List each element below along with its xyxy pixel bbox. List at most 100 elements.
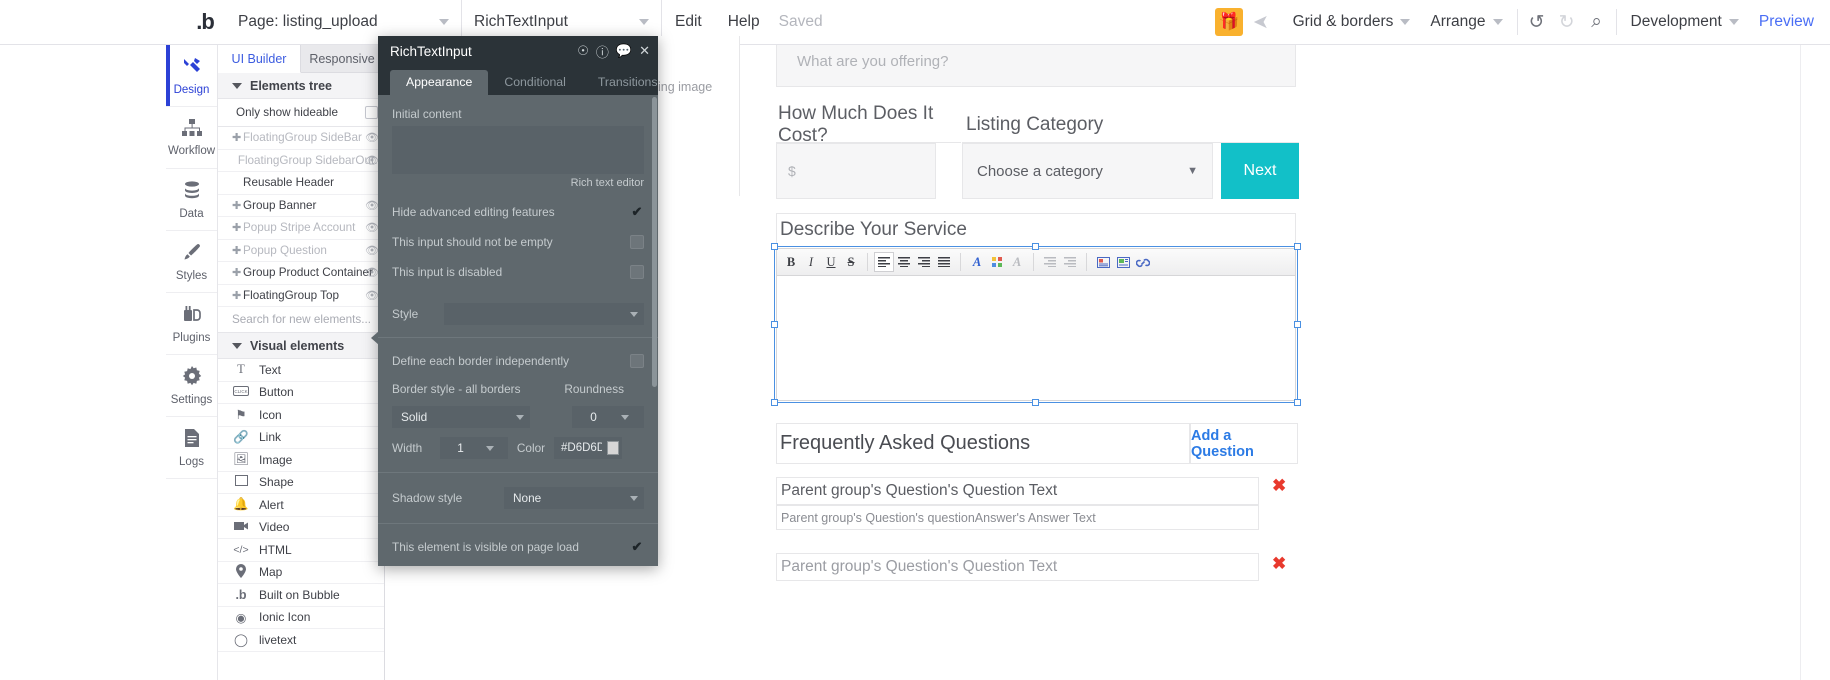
hide-advanced-row[interactable]: Hide advanced editing features ✔ [378,197,658,227]
tree-item[interactable]: ✚ FloatingGroup SideBar 👁 [218,127,384,150]
faq-question-2[interactable]: Parent group's Question's Question Text [776,553,1259,581]
arrange-menu[interactable]: Arrange [1420,13,1512,31]
tab-appearance[interactable]: Appearance [390,70,488,95]
italic-icon[interactable]: I [801,252,821,272]
edit-menu[interactable]: Edit [662,13,715,31]
tree-item[interactable]: ✚ FloatingGroup Top 👁 [218,285,384,308]
expand-icon[interactable]: ✚ [232,289,240,302]
element-item-html[interactable]: </> HTML [218,539,384,562]
tab-ui-builder[interactable]: UI Builder [218,45,301,73]
style-select[interactable] [444,303,644,325]
bold-icon[interactable]: B [781,252,801,272]
info-icon[interactable]: ⓘ [596,42,609,61]
element-item-alert[interactable]: 🔔 Alert [218,494,384,517]
element-item-button[interactable]: CLICK Button [218,382,384,405]
tree-item[interactable]: ✚ Popup Stripe Account 👁 [218,217,384,240]
help-menu[interactable]: Help [715,13,773,31]
disabled-row[interactable]: This input is disabled [378,257,658,287]
element-item-link[interactable]: 🔗 Link [218,427,384,450]
define-each-border-checkbox[interactable] [630,354,644,368]
only-show-hideable-row[interactable]: Only show hideable [218,99,384,127]
tab-transitions[interactable]: Transitions [582,70,674,95]
visible-on-page-load-row[interactable]: This element is visible on page load ✔ [378,532,658,562]
element-item-shape[interactable]: Shape [218,472,384,495]
sidebar-item-logs[interactable]: Logs [166,417,217,479]
element-item-map[interactable]: Map [218,562,384,585]
tree-item[interactable]: Reusable Header [218,172,384,195]
close-icon[interactable]: ✕ [639,43,650,59]
element-item-image[interactable]: 🖼 Image [218,449,384,472]
not-empty-checkbox[interactable] [630,235,644,249]
clear-format-icon[interactable]: A [1007,252,1027,272]
align-left-icon[interactable] [874,252,894,272]
element-item-text[interactable]: T Text [218,359,384,382]
sidebar-item-workflow[interactable]: Workflow [166,107,217,169]
expand-icon[interactable]: ✚ [232,266,240,279]
eye-slash-icon[interactable]: 👁 [365,154,379,167]
roundness-select[interactable]: 0 [572,406,644,428]
delete-question-1-icon[interactable]: ✖ [1272,476,1286,496]
width-select[interactable]: 1 [440,437,508,459]
faq-answer-1[interactable]: Parent group's Question's questionAnswer… [776,505,1259,530]
eye-icon[interactable]: 👁 [365,266,379,279]
element-item-icon[interactable]: ⚑ Icon [218,404,384,427]
redo-icon[interactable]: ↻ [1552,7,1582,37]
not-empty-row[interactable]: This input should not be empty [378,227,658,257]
insert-link-icon[interactable] [1133,252,1153,272]
align-center-icon[interactable] [894,252,914,272]
category-dropdown[interactable]: Choose a category ▼ [962,143,1213,199]
expand-icon[interactable]: ✚ [232,221,240,234]
comment-icon[interactable]: 💬 [616,43,632,59]
delete-question-2-icon[interactable]: ✖ [1272,554,1286,574]
rte-text-area[interactable] [776,276,1296,401]
gift-icon[interactable]: 🎁 [1215,8,1243,36]
tree-item[interactable]: ✚ Group Banner 👁 [218,195,384,218]
element-item-livetext[interactable]: ◯ livetext [218,629,384,652]
eye-icon[interactable]: 👁 [365,289,379,302]
tree-item[interactable]: ✚ Popup Question 👁 [218,240,384,263]
elements-tree-header[interactable]: Elements tree [218,73,384,99]
outdent-icon[interactable] [1040,252,1060,272]
add-question-button[interactable]: Add a Question [1190,423,1298,464]
tree-item[interactable]: FloatingGroup SidebarOut... 👁 [218,150,384,173]
sidebar-item-design[interactable]: Design [166,45,217,107]
align-right-icon[interactable] [914,252,934,272]
indent-icon[interactable] [1060,252,1080,272]
next-button[interactable]: Next [1221,143,1299,199]
strikethrough-icon[interactable]: S [841,252,861,272]
border-color-picker[interactable]: #D6D6D6 [554,437,622,459]
sidebar-item-data[interactable]: Data [166,169,217,231]
shadow-style-select[interactable]: None [504,487,644,509]
eye-slash-icon[interactable]: 👁 [365,131,379,144]
expand-icon[interactable]: ✚ [232,131,240,144]
initial-content-field[interactable] [392,126,644,174]
tab-conditional[interactable]: Conditional [488,70,582,95]
eye-icon[interactable]: 👁 [365,199,379,212]
define-each-border-row[interactable]: Define each border independently [378,346,658,376]
font-color-icon[interactable]: A [967,252,987,272]
search-input[interactable]: Search for new elements... [218,307,384,333]
element-item-ionic-icon[interactable]: ◉ Ionic Icon [218,607,384,630]
eye-slash-icon[interactable]: 👁 [365,244,379,257]
help-icon[interactable]: ☉ [577,43,589,59]
sidebar-item-settings[interactable]: Settings [166,355,217,417]
rich-text-input[interactable]: B I U S A [776,248,1296,401]
align-justify-icon[interactable] [934,252,954,272]
tree-item[interactable]: ✚ Group Product Container 👁 [218,262,384,285]
border-style-select[interactable]: Solid [392,406,530,428]
insert-image-icon[interactable] [1093,252,1113,272]
grid-borders-menu[interactable]: Grid & borders [1283,13,1421,31]
element-item-built-on-bubble[interactable]: .b Built on Bubble [218,584,384,607]
disabled-checkbox[interactable] [630,265,644,279]
expand-icon[interactable]: ✚ [232,244,240,257]
cost-input[interactable]: $ [776,143,936,199]
eye-slash-icon[interactable]: 👁 [365,221,379,234]
undo-icon[interactable]: ↺ [1522,7,1552,37]
preview-button[interactable]: Preview [1749,13,1830,31]
only-show-hideable-checkbox[interactable] [365,106,378,119]
element-item-video[interactable]: Video [218,517,384,540]
hide-advanced-checkbox[interactable]: ✔ [630,205,644,219]
highlight-color-icon[interactable] [987,252,1007,272]
faq-question-1[interactable]: Parent group's Question's Question Text [776,477,1259,505]
tab-responsive[interactable]: Responsive [301,45,384,72]
